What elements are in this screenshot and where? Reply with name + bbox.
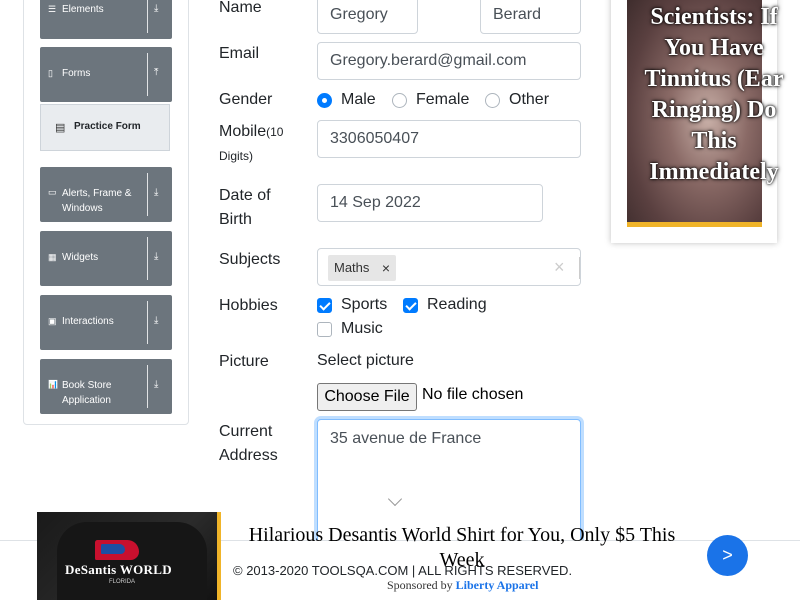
sidebar-group-label: Widgets <box>62 252 99 263</box>
file-status: No file chosen <box>422 386 524 403</box>
name-label: Name <box>219 0 262 16</box>
last-name-input[interactable]: Berard <box>480 0 581 34</box>
gender-label: Gender <box>219 91 273 108</box>
sidebar-group-alerts[interactable]: ▭ Alerts, Frame & Windows ⤓ <box>40 167 172 222</box>
picture-label: Picture <box>219 353 269 370</box>
florida-map-icon <box>95 540 139 560</box>
subject-chip-label: Maths <box>334 260 370 275</box>
shirt-graphic <box>57 522 207 600</box>
practice-form-icon: ▤ <box>55 122 66 134</box>
subjects-label: Subjects <box>219 251 281 268</box>
collapse-icon[interactable]: ⤒ <box>154 67 158 78</box>
sidebar-group-label: Alerts, Frame & Windows <box>62 188 132 214</box>
banner-logo-sub: FLORIDA <box>109 579 136 585</box>
divider <box>147 301 148 344</box>
gender-female-radio[interactable] <box>392 93 407 108</box>
sponsor-link[interactable]: Liberty Apparel <box>456 578 539 592</box>
dob-label: Date of Birth <box>219 187 271 228</box>
next-arrow-button[interactable]: > <box>707 535 748 576</box>
expand-icon[interactable]: ⤓ <box>154 3 158 14</box>
sidebar-group-widgets[interactable]: ▦ Widgets ⤓ <box>40 231 172 286</box>
clear-icon[interactable]: × <box>554 257 565 278</box>
mobile-label: Mobile(10 Digits) <box>219 120 309 168</box>
expand-icon[interactable]: ⤓ <box>154 379 158 390</box>
subjects-input[interactable]: Maths × × <box>317 248 581 286</box>
sidebar-item-label: Practice Form <box>74 121 141 132</box>
select-picture-label: Select picture <box>317 352 414 369</box>
sidebar-group-elements[interactable]: ☰ Elements ⤓ <box>40 0 172 39</box>
side-ad-headline[interactable]: Scientists: If You Have Tinnitus (Ear Ri… <box>628 2 800 188</box>
hobby-reading-label[interactable]: Reading <box>427 295 487 315</box>
banner-ad-title[interactable]: Hilarious Desantis World Shirt for You, … <box>240 523 684 573</box>
hobby-sports-checkbox[interactable] <box>317 298 332 313</box>
divider <box>579 257 580 279</box>
gender-other-label[interactable]: Other <box>509 90 549 110</box>
list-icon: ☰ <box>48 4 57 14</box>
banner-accent <box>217 512 221 600</box>
divider <box>147 0 148 33</box>
interactions-icon: ▣ <box>48 316 57 326</box>
expand-icon[interactable]: ⤓ <box>154 315 158 326</box>
dob-input[interactable]: 14 Sep 2022 <box>317 184 543 222</box>
gender-female-label[interactable]: Female <box>416 90 469 110</box>
subject-chip: Maths × <box>328 255 396 281</box>
first-name-input[interactable]: Gregory <box>317 0 418 34</box>
side-ad-accent <box>627 222 762 227</box>
choose-file-button[interactable]: Choose File <box>317 383 417 411</box>
sidebar-group-label: Book Store Application <box>62 380 112 406</box>
remove-chip-icon[interactable]: × <box>376 255 396 281</box>
email-input[interactable]: Gregory.berard@gmail.com <box>317 42 581 80</box>
widgets-icon: ▦ <box>48 252 57 262</box>
expand-icon[interactable]: ⤓ <box>154 251 158 262</box>
sidebar-group-book-store[interactable]: 📊 Book Store Application ⤓ <box>40 359 172 414</box>
expand-icon[interactable]: ⤓ <box>154 187 158 198</box>
divider <box>147 53 148 96</box>
form-icon: ▯ <box>48 68 53 78</box>
window-icon: ▭ <box>48 187 57 197</box>
divider <box>147 237 148 280</box>
sponsored-by-label: Sponsored by <box>387 578 453 592</box>
gender-other-radio[interactable] <box>485 93 500 108</box>
gender-male-radio[interactable] <box>317 93 332 108</box>
divider <box>147 173 148 216</box>
email-label: Email <box>219 45 260 62</box>
hobby-music-label[interactable]: Music <box>341 319 383 339</box>
sidebar-group-forms[interactable]: ▯ Forms ⤒ <box>40 47 172 102</box>
sidebar-group-label: Elements <box>62 4 104 15</box>
hobby-music-checkbox[interactable] <box>317 322 332 337</box>
hobbies-label: Hobbies <box>219 297 278 314</box>
sidebar-item-practice-form[interactable]: ▤ Practice Form <box>40 104 170 151</box>
banner-sponsor: Sponsored by Liberty Apparel <box>387 578 538 593</box>
hobby-sports-label[interactable]: Sports <box>341 295 387 315</box>
mobile-label-text: Mobile <box>219 123 267 140</box>
mobile-input[interactable]: 3306050407 <box>317 120 581 158</box>
bookstore-icon: 📊 <box>48 380 58 389</box>
sidebar-group-interactions[interactable]: ▣ Interactions ⤓ <box>40 295 172 350</box>
address-label: Current Address <box>219 423 278 464</box>
divider <box>147 365 148 408</box>
banner-logo: DeSantis WORLD <box>65 562 172 577</box>
banner-ad-image[interactable]: DeSantis WORLD FLORIDA <box>37 512 221 600</box>
sidebar-group-label: Forms <box>62 68 91 79</box>
hobby-reading-checkbox[interactable] <box>403 298 418 313</box>
gender-male-label[interactable]: Male <box>341 90 376 110</box>
sidebar-group-label: Interactions <box>62 316 114 327</box>
